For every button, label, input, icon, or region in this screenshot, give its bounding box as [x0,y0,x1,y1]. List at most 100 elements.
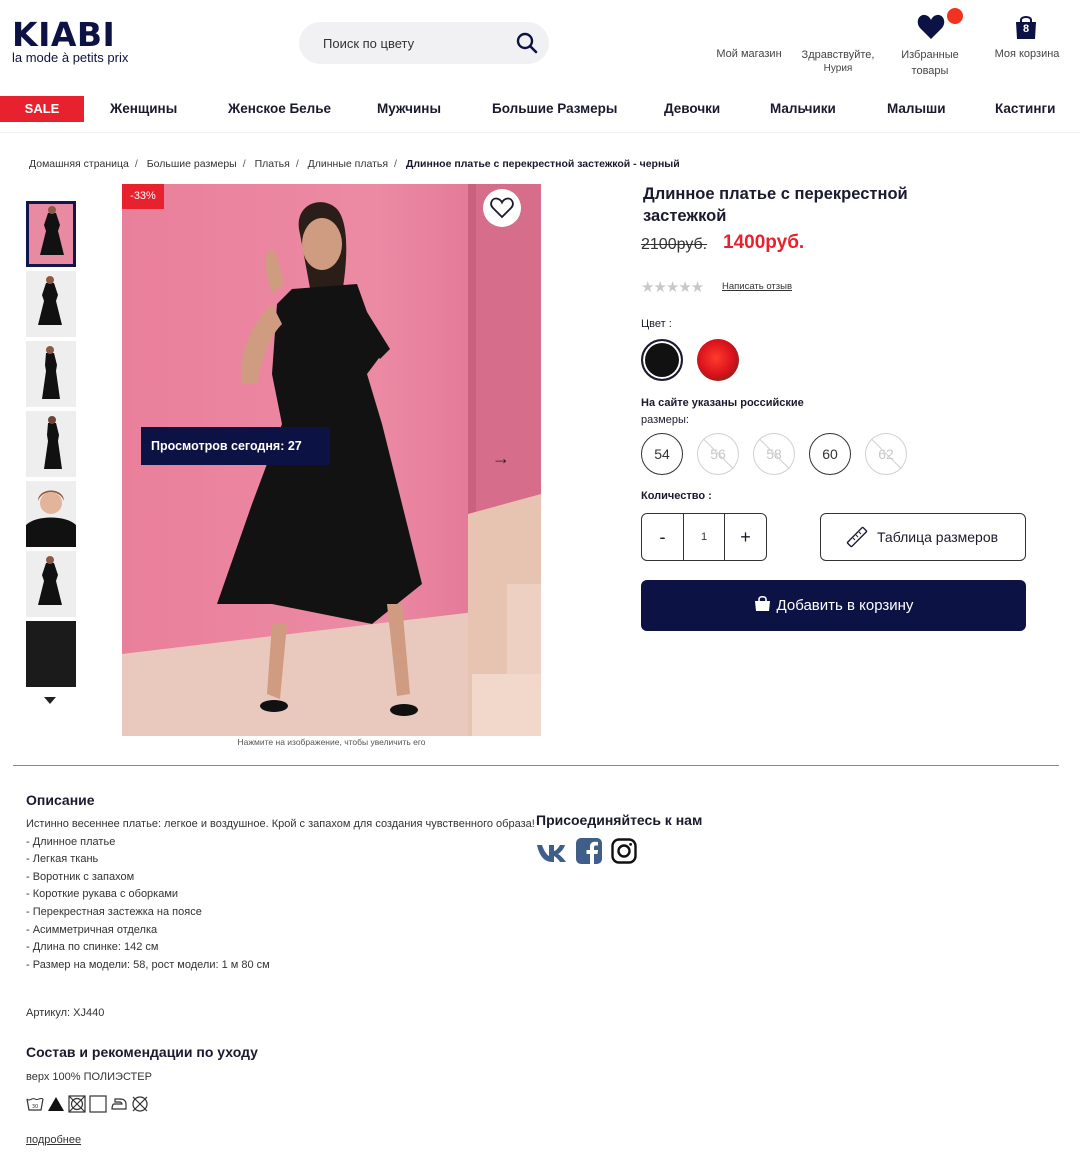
breadcrumb-plus-sizes[interactable]: Большие размеры [147,158,237,170]
composition-heading: Состав и рекомендации по уходу [26,1044,258,1060]
add-to-favorites-button[interactable] [483,189,521,227]
search-icon[interactable] [515,31,539,55]
thumbnail-1[interactable] [26,201,76,267]
facebook-icon[interactable] [576,838,602,864]
old-price: 2100руб. [641,236,708,253]
description-line: - Длина по спинке: 142 см [26,941,159,954]
nav-item-castings[interactable]: Кастинги [995,101,1055,116]
nav-item-babies[interactable]: Малыши [887,101,946,116]
discount-badge: -33% [122,184,164,209]
description-line: - Воротник с запахом [26,870,135,883]
qty-input[interactable]: 1 [683,514,725,560]
ruler-icon [846,526,868,548]
description-heading: Описание [26,792,95,808]
thumbnail-7[interactable] [26,621,76,687]
no-tumble-dry-icon [68,1095,86,1113]
favorites-label-1: Избранные [901,49,959,61]
breadcrumb-long-dresses[interactable]: Длинные платья [308,158,388,170]
nav-sale[interactable]: SALE [0,96,84,122]
description-text: Истинно весеннее платье: легкое и воздуш… [26,816,536,974]
thumbnail-6[interactable] [26,551,76,617]
search-input[interactable]: Поиск по цвету [323,36,414,51]
sizes-label-2: размеры: [641,414,689,426]
quantity-label: Количество : [641,490,712,502]
account-link[interactable]: Здравствуйте, Нурия [796,47,880,75]
favorites-link[interactable]: Избранные товары [895,47,965,79]
instagram-icon[interactable] [611,838,637,864]
bleach-icon [48,1097,64,1111]
logo-tagline: la mode à petits prix [12,50,129,65]
description-line: Истинно весеннее платье: легкое и воздуш… [26,818,535,830]
svg-text:30: 30 [32,1104,38,1110]
nav-item-boys[interactable]: Мальчики [770,101,836,116]
wash-30-icon: 30 [26,1097,44,1111]
thumbnail-4[interactable] [26,411,76,477]
rating-stars: ★★★★★ [641,279,704,296]
color-label: Цвет : [641,318,672,330]
cart-link[interactable]: Моя корзина [986,46,1068,62]
nav-item-plus-sizes[interactable]: Большие Размеры [492,101,617,116]
nav-item-women[interactable]: Женщины [110,101,177,116]
thumbnail-image [38,276,62,325]
breadcrumb: Домашняя страница / Большие размеры / Плат… [29,158,680,170]
size-table-label: Таблица размеров [877,529,999,545]
shopping-bag-icon [754,595,770,611]
qty-minus-button[interactable]: - [642,514,683,560]
favorites-badge [947,8,963,24]
size-option-62: 62 [865,433,907,475]
heart-outline-icon [490,197,514,219]
favorites-heart-icon[interactable] [917,14,945,40]
thumbnail-image [44,416,62,469]
size-option-60[interactable]: 60 [809,433,851,475]
composition-text: верх 100% ПОЛИЭСТЕР [26,1071,152,1083]
section-divider [13,765,1059,766]
nav-item-girls[interactable]: Девочки [664,101,720,116]
next-image-arrow-icon[interactable]: → [492,448,510,469]
nav-item-men[interactable]: Мужчины [377,101,441,116]
thumbnail-image [42,346,60,399]
kiabi-logo[interactable]: KIABI la mode à petits prix [12,18,128,64]
image-zoom-hint: Нажмите на изображение, чтобы увеличить … [237,737,426,747]
no-dry-clean-icon [132,1096,148,1112]
description-line: - Перекрестная застежка на поясе [26,905,202,918]
breadcrumb-current: Длинное платье с перекрестной застежкой … [405,158,680,170]
description-line: - Легкая ткань [26,853,99,866]
views-today-banner: Просмотров сегодня: 27 [141,427,330,465]
description-line: - Размер на модели: 58, рост модели: 1 м… [26,958,270,971]
more-details-link[interactable]: подробнее [26,1134,81,1146]
search-bar[interactable]: Поиск по цвету [299,22,549,64]
description-line: - Длинное платье [26,835,116,848]
thumbnail-2[interactable] [26,271,76,337]
size-option-54[interactable]: 54 [641,433,683,475]
new-price: 1400руб. [723,232,805,253]
favorites-label-2: товары [911,65,949,77]
cart-count: 8 [1022,23,1030,35]
user-name: Нурия [823,63,853,74]
size-table-button[interactable]: Таблица размеров [820,513,1026,561]
thumbnail-5[interactable] [26,481,76,547]
article-number: Артикул: XJ440 [26,1007,105,1019]
write-review-link[interactable]: Написать отзыв [722,281,792,292]
logo-word: KIABI [12,15,116,54]
color-swatch-red[interactable] [697,339,739,381]
breadcrumb-home[interactable]: Домашняя страница [29,158,129,170]
thumbnail-image [26,490,76,547]
color-swatch-black[interactable] [641,339,683,381]
qty-plus-button[interactable]: + [725,514,766,560]
sizes-label: На сайте указаны российские размеры: [641,395,804,429]
thumbnail-image [40,206,64,255]
iron-icon [111,1098,127,1110]
vk-icon[interactable] [536,838,568,864]
breadcrumb-dresses[interactable]: Платья [255,158,290,170]
care-icons: 30 [26,1095,152,1118]
thumbnail-image [38,556,62,605]
cart-icon[interactable]: 8 [1014,14,1038,40]
add-to-cart-button[interactable]: Добавить в корзину [641,580,1026,631]
dry-icon [89,1095,107,1113]
size-option-58: 58 [753,433,795,475]
nav-item-lingerie[interactable]: Женское Белье [228,101,331,116]
thumbnail-3[interactable] [26,341,76,407]
my-store-link[interactable]: Мой магазин [710,46,788,62]
chevron-down-icon[interactable] [44,697,56,704]
greeting-text: Здравствуйте, [801,49,875,61]
